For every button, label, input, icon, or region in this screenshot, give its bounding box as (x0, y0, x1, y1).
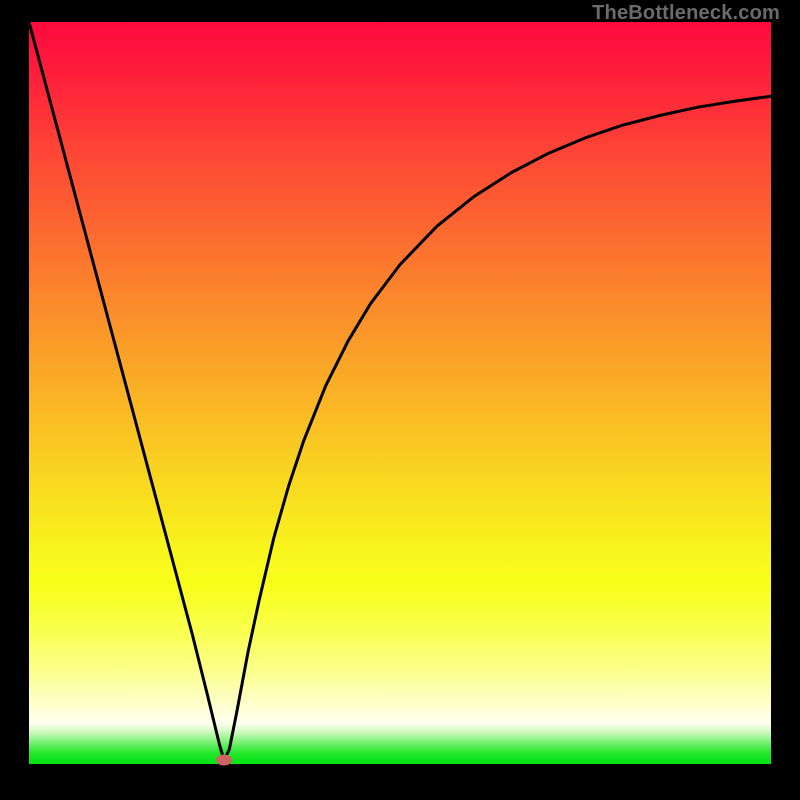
gradient-background (29, 22, 771, 764)
bottleneck-chart (29, 22, 771, 764)
chart-frame (29, 22, 771, 764)
minimum-marker (216, 755, 232, 766)
watermark: TheBottleneck.com (592, 2, 780, 25)
